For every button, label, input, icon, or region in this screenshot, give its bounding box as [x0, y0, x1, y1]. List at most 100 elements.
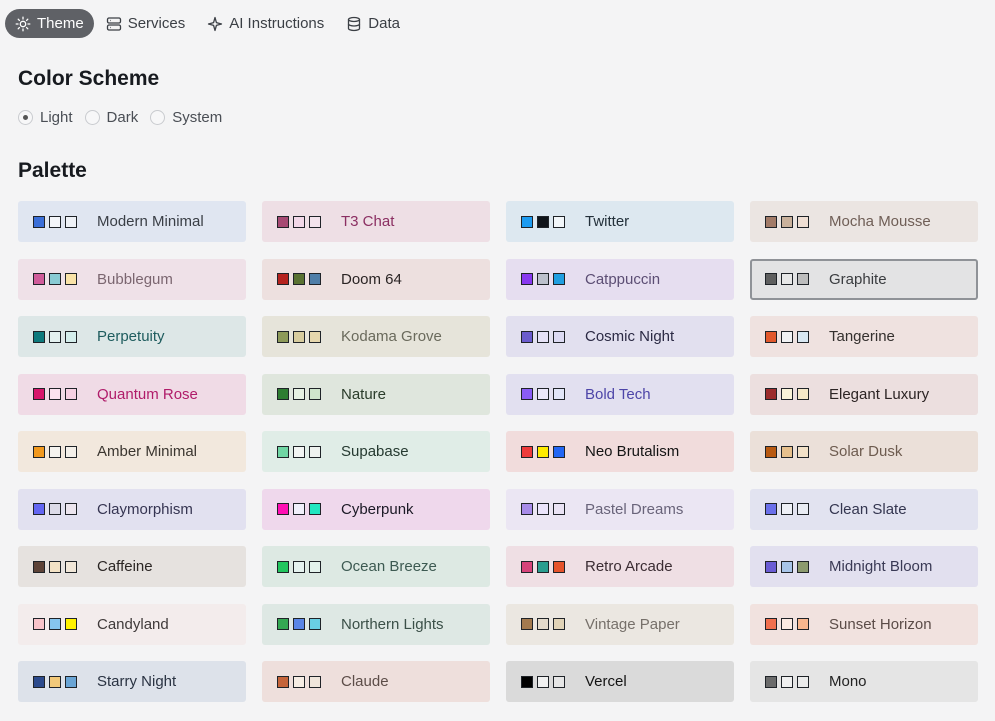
color-swatch	[49, 503, 61, 515]
palette-option[interactable]: Mono	[750, 661, 978, 702]
palette-option[interactable]: Starry Night	[18, 661, 246, 702]
color-swatch	[65, 330, 77, 343]
palette-option[interactable]: Supabase	[262, 431, 490, 472]
color-swatch	[277, 560, 289, 573]
palette-label: Bubblegum	[97, 270, 173, 288]
palette-option[interactable]: Bold Tech	[506, 373, 734, 415]
color-swatch	[33, 675, 45, 688]
color-swatch	[765, 445, 777, 458]
color-swatch	[293, 330, 305, 343]
color-swatch	[781, 273, 793, 285]
palette-option[interactable]: Graphite	[750, 258, 978, 300]
palette-option[interactable]: Caffeine	[18, 546, 246, 587]
palette-label: Neo Brutalism	[585, 443, 680, 460]
color-swatch	[49, 273, 61, 285]
palette-option[interactable]: Clean Slate	[750, 488, 978, 530]
color-swatch	[797, 445, 809, 458]
tab-ai-instructions[interactable]: AI Instructions	[197, 9, 334, 38]
color-swatch	[33, 503, 45, 515]
tab-label: Data	[368, 15, 400, 32]
radio-dot[interactable]	[18, 109, 33, 125]
palette-option[interactable]: Retro Arcade	[506, 546, 734, 587]
palette-option[interactable]: Cyberpunk	[262, 488, 490, 530]
palette-option[interactable]: Neo Brutalism	[506, 431, 734, 472]
palette-option[interactable]: Elegant Luxury	[750, 373, 978, 415]
palette-option[interactable]: Claymorphism	[18, 488, 246, 530]
palette-label: Caffeine	[97, 558, 153, 575]
palette-option[interactable]: Solar Dusk	[750, 431, 978, 472]
radio-label: System	[172, 108, 223, 126]
tab-label: AI Instructions	[229, 15, 325, 32]
palette-option[interactable]: Mocha Mousse	[750, 201, 978, 242]
palette-option[interactable]: Nature	[262, 373, 490, 415]
color-swatch	[277, 273, 289, 285]
palette-option[interactable]: Catppuccin	[506, 258, 734, 300]
palette-label: Claude	[341, 673, 389, 690]
palette-option[interactable]: Pastel Dreams	[506, 488, 734, 530]
color-swatch	[49, 445, 61, 458]
tab-theme[interactable]: Theme	[5, 9, 94, 38]
palette-option[interactable]: Cosmic Night	[506, 316, 734, 357]
color-swatch	[781, 330, 793, 343]
color-swatch	[33, 560, 45, 573]
color-swatch	[797, 560, 809, 573]
palette-option[interactable]: Vercel	[506, 661, 734, 702]
palette-option[interactable]: Northern Lights	[262, 603, 490, 645]
palette-label: Clean Slate	[829, 500, 907, 518]
color-swatch	[537, 273, 549, 285]
palette-option[interactable]: Candyland	[18, 603, 246, 645]
palette-label: Midnight Bloom	[829, 558, 933, 575]
color-swatch	[65, 273, 77, 285]
color-swatch	[797, 215, 809, 228]
palette-option[interactable]: Twitter	[506, 201, 734, 242]
color-swatch	[781, 445, 793, 458]
palette-option[interactable]: Vintage Paper	[506, 603, 734, 645]
color-swatch	[293, 560, 305, 573]
color-swatch	[293, 445, 305, 458]
radio-dot[interactable]	[84, 109, 100, 125]
color-swatch	[309, 618, 321, 630]
palette-label: Tangerine	[829, 328, 895, 345]
color-swatch	[765, 560, 777, 573]
palette-label: Mocha Mousse	[829, 213, 931, 230]
palette-option[interactable]: Sunset Horizon	[750, 603, 978, 645]
palette-option[interactable]: Bubblegum	[18, 258, 246, 300]
color-scheme-heading: Color Scheme	[18, 67, 160, 90]
palette-label: Northern Lights	[341, 615, 444, 633]
color-swatch	[293, 503, 305, 515]
color-swatch	[765, 388, 777, 400]
color-swatch	[33, 388, 45, 400]
palette-option[interactable]: T3 Chat	[262, 201, 490, 242]
radio-dark[interactable]: Dark	[84, 109, 138, 126]
palette-option[interactable]: Quantum Rose	[18, 373, 246, 415]
palette-option[interactable]: Claude	[262, 661, 490, 702]
color-swatch	[33, 215, 45, 228]
palette-option[interactable]: Kodama Grove	[262, 316, 490, 357]
radio-system[interactable]: System	[150, 109, 222, 126]
color-swatch	[521, 273, 533, 285]
color-swatch	[521, 618, 533, 630]
palette-option[interactable]: Doom 64	[262, 258, 490, 300]
color-swatch	[33, 330, 45, 343]
radio-light[interactable]: Light	[18, 109, 73, 126]
color-swatch	[765, 503, 777, 515]
palette-option[interactable]: Midnight Bloom	[750, 546, 978, 587]
palette-label: Graphite	[829, 270, 887, 288]
palette-option[interactable]: Ocean Breeze	[262, 546, 490, 587]
color-swatch	[309, 445, 321, 458]
palette-option[interactable]: Amber Minimal	[18, 431, 246, 472]
tab-services[interactable]: Services	[96, 9, 196, 38]
palette-option[interactable]: Tangerine	[750, 316, 978, 357]
color-swatch	[553, 215, 565, 228]
palette-option[interactable]: Modern Minimal	[18, 201, 246, 242]
color-swatch	[49, 330, 61, 343]
palette-label: Sunset Horizon	[829, 615, 932, 633]
settings-tabs: Theme Services AI Instructions Data	[5, 9, 412, 38]
palette-label: Cyberpunk	[341, 500, 414, 518]
palette-label: Twitter	[585, 213, 630, 230]
tab-data[interactable]: Data	[336, 9, 410, 38]
palette-option[interactable]: Perpetuity	[18, 316, 246, 357]
color-scheme-options: Light Dark System	[18, 107, 234, 127]
radio-dot[interactable]	[150, 109, 166, 125]
color-swatch	[521, 445, 533, 458]
